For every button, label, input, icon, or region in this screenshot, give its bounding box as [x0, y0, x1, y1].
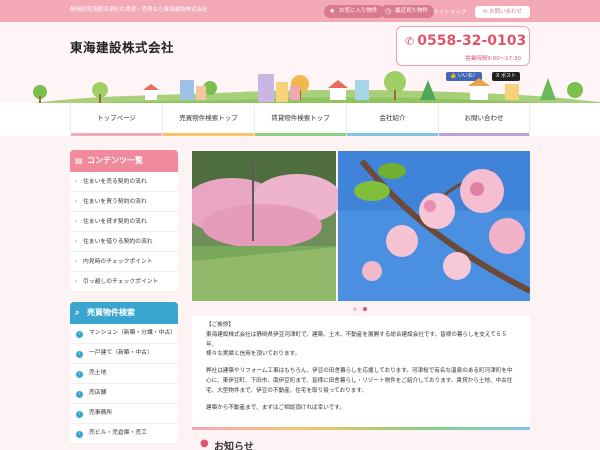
list-item[interactable]: › 住まいを売る契約の流れ — [70, 172, 178, 192]
contents-heading: ▤ コンテンツ一覧 — [70, 150, 178, 172]
list-item-label: 住まいを貸す契約の流れ — [83, 219, 147, 225]
list-item-label: 住まいを借りる契約の流れ — [83, 239, 153, 245]
nav-company[interactable]: 会社紹介 — [346, 103, 438, 136]
nav-top-page[interactable]: トップページ — [70, 103, 162, 136]
mail-icon: ✉ — [482, 9, 488, 15]
list-item[interactable]: › 一戸建て（新築・中古） — [70, 344, 178, 364]
slide-dot[interactable] — [353, 307, 357, 311]
nav-underline — [347, 133, 438, 136]
list-item-label: 売事務所 — [89, 410, 113, 416]
greeting-text: 東海建設株式会社は静岡県伊豆河津町で、建築、土木、不動産を展開する総合建設会社で… — [206, 331, 508, 348]
nav-rent-search-label: 賃貸物件検索トップ — [271, 114, 330, 122]
news-icon: ● — [200, 438, 209, 449]
greeting-section: 【ご挨拶】 東海建設株式会社は静岡県伊豆河津町で、建築、土木、不動産を展開する総… — [192, 316, 530, 429]
news-heading-label: お知らせ — [214, 442, 254, 450]
list-item-label: 引っ越しのチェックポイント — [83, 279, 159, 285]
phone-number-text: 0558-32-0103 — [417, 33, 527, 49]
star-icon: ★ — [329, 7, 336, 15]
phone-box: ✆ 0558-32-0103 営業時間9:00～17:30 — [396, 26, 530, 66]
nav-contact[interactable]: お問い合わせ — [438, 103, 530, 136]
list-item-label: 一戸建て（新築・中古） — [89, 350, 153, 356]
list-item[interactable]: › 引っ越しのチェックポイント — [70, 272, 178, 292]
nav-underline — [439, 133, 529, 136]
search-icon: ⌕ — [75, 308, 80, 317]
list-item[interactable]: › 内見時のチェックポイント — [70, 252, 178, 272]
list-item-label: 住まいを買う契約の流れ — [83, 199, 147, 205]
chevron-right-icon: › — [76, 391, 83, 398]
list-item[interactable]: › 売事務所 — [70, 404, 178, 424]
divider — [192, 427, 530, 430]
greeting-text: 様々な実績と信用を頂いております。 — [206, 351, 301, 358]
sale-search-heading: ⌕ 売買物件検索 — [70, 302, 178, 324]
favorites-label: お気に入り物件 — [339, 8, 378, 14]
sale-search-list: › マンション（新築・分譲・中古） › 一戸建て（新築・中古） › 売土地 › 売店舗 … — [70, 324, 178, 444]
greeting-heading: 【ご挨拶】 — [206, 322, 234, 328]
nav-underline — [163, 133, 254, 136]
recently-viewed-label: 最近見た物件 — [395, 8, 429, 14]
list-item-label: 内見時のチェックポイント — [83, 259, 153, 265]
favorites-button[interactable]: ★ お気に入り物件 — [324, 5, 384, 18]
business-hours: 営業時間9:00～17:30 — [465, 56, 521, 62]
list-item[interactable]: › 住まいを借りる契約の流れ — [70, 232, 178, 252]
list-item-label: 売店舗 — [89, 390, 107, 396]
slide-dot-active[interactable] — [363, 307, 367, 311]
list-item[interactable]: › 住まいを買う契約の流れ — [70, 192, 178, 212]
document-icon: ▤ — [75, 156, 83, 165]
greeting-text: 建築から不動産まで、まずはご相談頂ければ幸いです。 — [206, 404, 345, 411]
news-heading: ● お知らせ — [200, 438, 254, 450]
list-item[interactable]: › 売ビル・売倉庫・売工 — [70, 424, 178, 444]
list-item[interactable]: › 住まいを貸す契約の流れ — [70, 212, 178, 232]
chevron-right-icon: › — [76, 331, 83, 338]
chevron-right-icon: › — [75, 218, 78, 225]
list-item[interactable]: › マンション（新築・分譲・中古） — [70, 324, 178, 344]
nav-company-label: 会社紹介 — [379, 114, 406, 122]
chevron-right-icon: › — [76, 411, 83, 418]
contents-heading-label: コンテンツ一覧 — [87, 156, 143, 165]
slideshow-pagination — [349, 307, 379, 313]
site-header: 東海建設株式会社 ✆ 0558-32-0103 営業時間9:00～17:30 👍 … — [0, 22, 600, 106]
phone-number[interactable]: ✆ 0558-32-0103 — [405, 33, 526, 49]
top-contact-label: お問い合わせ — [489, 9, 523, 15]
list-item-label: マンション（新築・分譲・中古） — [89, 330, 176, 336]
clock-icon: ◷ — [385, 7, 392, 15]
list-item-label: 売土地 — [89, 370, 107, 376]
nav-underline — [71, 133, 162, 136]
nav-top-page-label: トップページ — [97, 114, 136, 122]
chevron-right-icon: › — [76, 431, 83, 438]
nav-sale-search-label: 売買物件検索トップ — [179, 114, 238, 122]
chevron-right-icon: › — [75, 178, 78, 185]
main-nav: トップページ 売買物件検索トップ 賃貸物件検索トップ 会社紹介 お問い合わせ — [0, 103, 600, 136]
nav-contact-label: お問い合わせ — [464, 114, 504, 122]
tagline: 静岡県賀茂郡河津町の賃貸・売買なら東海建設株式会社 — [70, 7, 208, 13]
sidebar: ▤ コンテンツ一覧 › 住まいを売る契約の流れ › 住まいを買う契約の流れ › 住まい… — [70, 150, 178, 444]
list-item-label: 住まいを売る契約の流れ — [83, 179, 147, 185]
top-contact-button[interactable]: ✉ お問い合わせ — [475, 6, 530, 18]
sale-search-heading-label: 売買物件検索 — [87, 308, 135, 317]
chevron-right-icon: › — [75, 278, 78, 285]
list-item-label: 売ビル・売倉庫・売工 — [89, 430, 147, 436]
nav-sale-search[interactable]: 売買物件検索トップ — [162, 103, 254, 136]
nav-rent-search[interactable]: 賃貸物件検索トップ — [254, 103, 346, 136]
top-bar: 静岡県賀茂郡河津町の賃貸・売買なら東海建設株式会社 ★ お気に入り物件 ◷ 最近… — [0, 0, 600, 22]
nav-underline — [255, 133, 346, 136]
chevron-right-icon: › — [76, 351, 83, 358]
phone-icon: ✆ — [405, 35, 415, 48]
contents-list: › 住まいを売る契約の流れ › 住まいを買う契約の流れ › 住まいを貸す契約の流れ ›… — [70, 172, 178, 292]
chevron-right-icon: › — [75, 198, 78, 205]
sitemap-link[interactable]: サイトマップ — [433, 8, 466, 16]
hero-slideshow[interactable] — [192, 151, 530, 301]
chevron-right-icon: › — [75, 258, 78, 265]
town-illustration — [12, 71, 600, 106]
list-item[interactable]: › 売土地 — [70, 364, 178, 384]
company-logo[interactable]: 東海建設株式会社 — [70, 37, 174, 56]
recently-viewed-button[interactable]: ◷ 最近見た物件 — [380, 5, 435, 18]
greeting-text: 弊社は建築やリフォーム工事はもちろん、伊豆の田舎暮らしを応援しております。河津桜… — [206, 368, 513, 394]
chevron-right-icon: › — [76, 371, 83, 378]
chevron-right-icon: › — [75, 238, 78, 245]
list-item[interactable]: › 売店舗 — [70, 384, 178, 404]
